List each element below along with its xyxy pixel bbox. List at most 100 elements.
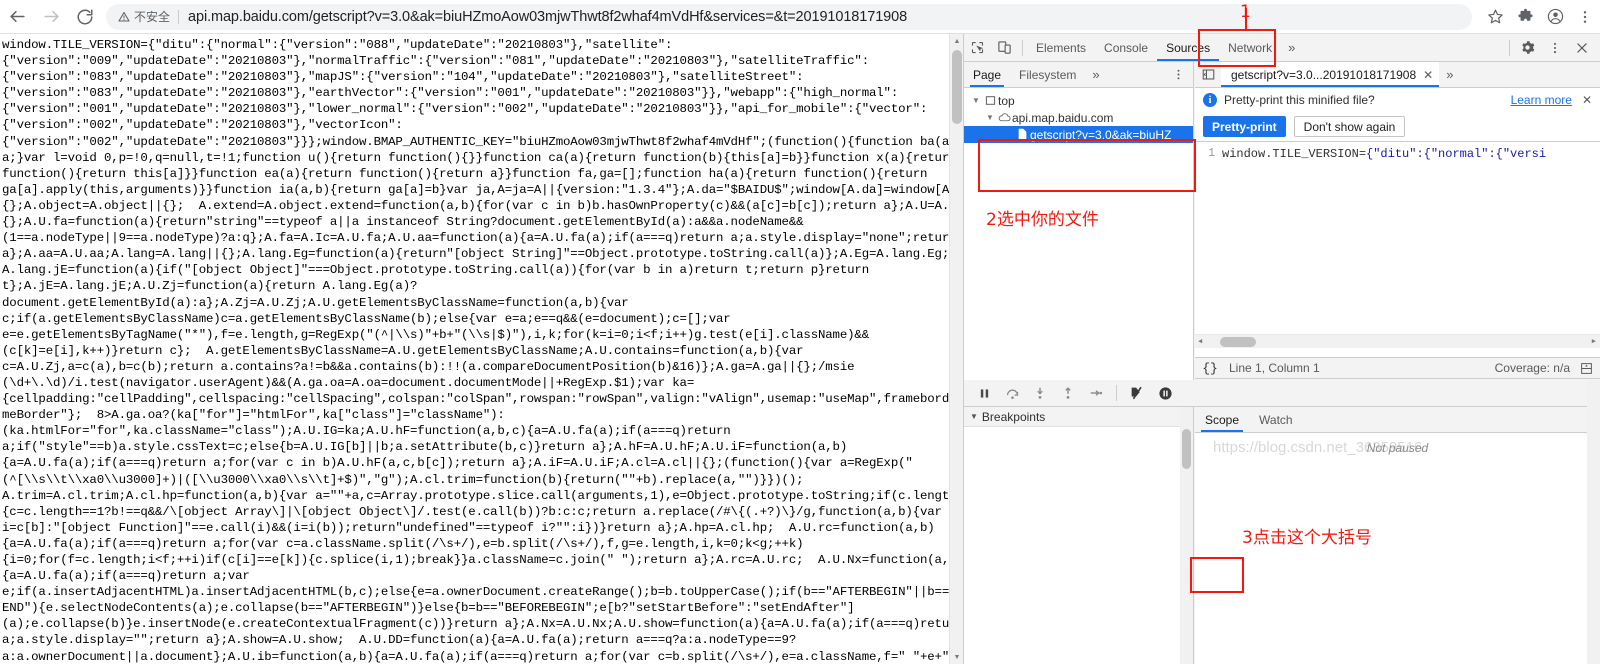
editor-horizontal-scrollbar[interactable]: ◀ ▶ — [1195, 334, 1600, 348]
cursor-position-label: Line 1, Column 1 — [1229, 361, 1320, 375]
devtools-tabbar: Elements Console Sources Network » — [964, 34, 1600, 62]
bookmark-star-icon — [1487, 9, 1503, 24]
devtools-menu-button[interactable] — [1541, 35, 1568, 61]
bookmark-button[interactable] — [1480, 0, 1510, 34]
tree-item-label: top — [998, 93, 1015, 108]
scrollbar-thumb[interactable] — [952, 50, 962, 124]
step-over-button[interactable] — [1000, 381, 1024, 405]
dont-show-again-button[interactable]: Don't show again — [1293, 116, 1406, 137]
tab-network[interactable]: Network — [1219, 34, 1281, 61]
pause-on-exceptions-button[interactable] — [1153, 381, 1177, 405]
security-status[interactable]: 不安全 — [118, 8, 178, 25]
close-devtools-button[interactable] — [1568, 35, 1595, 61]
navtab-page[interactable]: Page — [964, 62, 1010, 87]
gear-icon — [1522, 41, 1535, 54]
reload-button[interactable] — [68, 0, 102, 34]
learn-more-link[interactable]: Learn more — [1511, 93, 1575, 107]
scrollbar-thumb[interactable] — [1182, 429, 1191, 469]
three-dot-menu-icon — [1553, 42, 1556, 53]
editor-statusbar: {} Line 1, Column 1 Coverage: n/a — [1195, 357, 1600, 379]
pretty-print-button[interactable]: Pretty-print — [1203, 116, 1286, 137]
editor-tab-getscript[interactable]: getscript?v=3.0...20191018171908 ✕ — [1221, 62, 1440, 87]
puzzle-piece-icon — [1517, 8, 1533, 21]
forward-button[interactable] — [34, 0, 68, 34]
deactivate-breakpoints-button[interactable] — [1125, 381, 1149, 405]
editor-tabbar: getscript?v=3.0...20191018171908 ✕ » — [1195, 62, 1600, 88]
scope-tabbar: Scope Watch — [1195, 407, 1600, 433]
toggle-navigator-button[interactable] — [1195, 68, 1221, 81]
tree-item-domain[interactable]: ▼ api.map.baidu.com — [964, 109, 1193, 126]
split-panel-button[interactable] — [1578, 362, 1600, 375]
source-editor-pane: getscript?v=3.0...20191018171908 ✕ » i P… — [1195, 62, 1600, 357]
tab-sources[interactable]: Sources — [1157, 34, 1220, 61]
chrome-menu-button[interactable] — [1570, 0, 1600, 34]
navtab-filesystem[interactable]: Filesystem — [1010, 62, 1085, 87]
pretty-print-toggle-button[interactable]: {} — [1195, 358, 1225, 379]
tree-item-top[interactable]: ▼ top — [964, 92, 1193, 109]
editor-more-tabs-button[interactable]: » — [1439, 67, 1460, 82]
url-text: api.map.baidu.com/getscript?v=3.0&ak=biu… — [188, 8, 908, 25]
page-vertical-scrollbar[interactable]: ▲ ▼ — [949, 34, 963, 664]
deactivate-breakpoints-icon — [1131, 386, 1142, 400]
navigator-more-tabs-button[interactable]: » — [1085, 67, 1106, 82]
profile-avatar-icon — [1547, 8, 1563, 25]
security-label: 不安全 — [134, 10, 171, 24]
coverage-label: Coverage: n/a — [1494, 361, 1570, 375]
tab-scope[interactable]: Scope — [1195, 407, 1249, 432]
tab-elements[interactable]: Elements — [1027, 34, 1095, 61]
pretty-print-infobar: i Pretty-print this minified file? Learn… — [1195, 88, 1600, 112]
extensions-button[interactable] — [1510, 0, 1540, 34]
navigator-menu-button[interactable] — [1172, 68, 1193, 81]
breakpoints-header[interactable]: ▼ Breakpoints — [964, 407, 1193, 427]
editor-tab-title: getscript?v=3.0...20191018171908 — [1231, 67, 1417, 82]
settings-button[interactable] — [1514, 35, 1541, 61]
address-bar[interactable]: 不安全 api.map.baidu.com/getscript?v=3.0&ak… — [106, 3, 1472, 30]
scroll-left-arrow-icon[interactable]: ◀ — [1195, 337, 1202, 346]
close-icon[interactable]: ✕ — [1582, 93, 1592, 107]
inspect-element-button[interactable] — [964, 35, 991, 61]
step-out-button[interactable] — [1056, 381, 1080, 405]
cloud-glyph — [998, 113, 1011, 122]
pause-script-button[interactable] — [972, 381, 996, 405]
info-icon: i — [1203, 93, 1217, 107]
tab-console[interactable]: Console — [1095, 34, 1157, 61]
line-number: 1 — [1208, 147, 1215, 160]
annotation-step-2: 2选中你的文件 — [986, 210, 1099, 230]
scrollbar-thumb[interactable] — [1220, 336, 1257, 347]
step-over-icon — [1006, 389, 1018, 399]
tree-item-label: getscript?v=3.0&ak=biuHZ — [1030, 127, 1172, 142]
code-content: window.TILE_VERSION={"ditu":{"normal":{"… — [1222, 146, 1546, 162]
back-button[interactable] — [0, 0, 34, 34]
pause-icon — [980, 388, 988, 398]
tab-watch[interactable]: Watch — [1249, 407, 1303, 432]
scroll-down-arrow-icon[interactable]: ▼ — [950, 650, 964, 664]
step-button[interactable] — [1084, 381, 1108, 405]
tree-item-getscript[interactable]: getscript?v=3.0&ak=biuHZ — [964, 126, 1193, 143]
profile-button[interactable] — [1540, 0, 1570, 34]
more-tabs-button[interactable]: » — [1281, 40, 1302, 55]
device-toolbar-button[interactable] — [991, 35, 1018, 61]
devtools-right-scrollbar-gutter — [1587, 380, 1600, 664]
scroll-up-arrow-icon[interactable]: ▲ — [950, 34, 964, 48]
omnibox-divider — [178, 9, 180, 24]
three-dot-menu-icon — [1583, 10, 1587, 23]
code-editor[interactable]: 1 window.TILE_VERSION={"ditu":{"normal":… — [1195, 142, 1600, 348]
frame-glyph — [985, 96, 996, 105]
triangle-down-icon: ▼ — [972, 96, 980, 105]
pause-on-exceptions-icon — [1158, 386, 1172, 400]
infobar-message: Pretty-print this minified file? — [1224, 93, 1375, 107]
navigator-tabbar: Page Filesystem » — [964, 62, 1193, 88]
annotation-step-3: 3点击这个大括号 — [1242, 528, 1372, 548]
not-paused-message: Not paused — [1366, 441, 1429, 455]
inspect-element-icon — [971, 41, 984, 54]
toolbar-divider — [1022, 39, 1023, 56]
close-icon[interactable]: ✕ — [1423, 68, 1433, 82]
step-into-button[interactable] — [1028, 381, 1052, 405]
debugger-toolbar — [964, 380, 1600, 407]
device-toolbar-icon — [998, 41, 1011, 54]
scroll-right-arrow-icon[interactable]: ▶ — [1592, 337, 1600, 346]
code-line-1: 1 window.TILE_VERSION={"ditu":{"normal":… — [1195, 142, 1600, 162]
breakpoints-scrollbar[interactable] — [1180, 407, 1193, 664]
file-glyph — [1018, 128, 1027, 141]
reload-icon — [77, 9, 93, 25]
